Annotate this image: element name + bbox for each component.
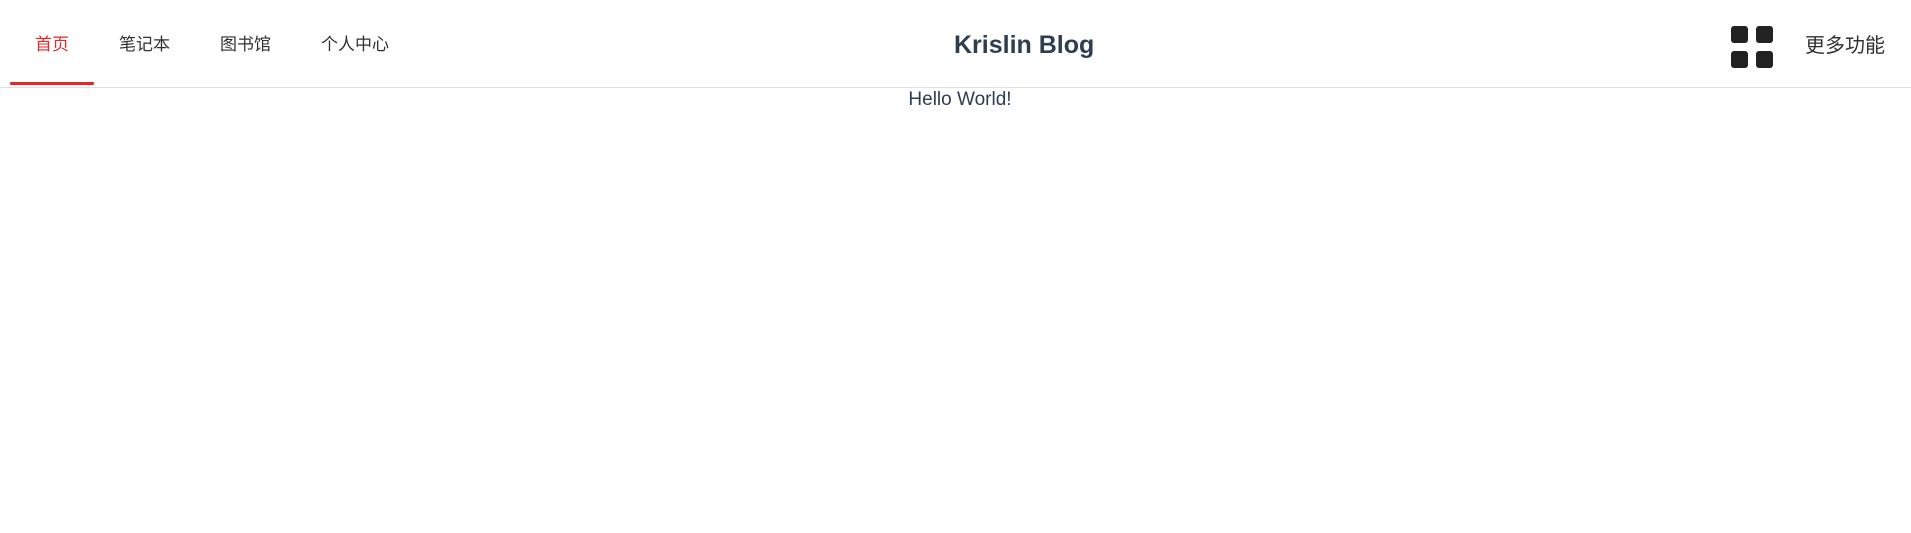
grid-icon-square — [1756, 51, 1773, 68]
page-message: Hello World! — [908, 89, 1012, 110]
grid-icon-square — [1731, 26, 1748, 43]
top-navbar: 首页 笔记本 图书馆 个人中心 Krislin Blog 更多功能 — [0, 0, 1911, 88]
nav-item-home[interactable]: 首页 — [10, 0, 94, 88]
more-features-link[interactable]: 更多功能 — [1805, 36, 1885, 56]
nav-item-notebook[interactable]: 笔记本 — [94, 0, 195, 88]
grid-icon-square — [1731, 51, 1748, 68]
grid-icon[interactable] — [1731, 26, 1773, 69]
main-nav: 首页 笔记本 图书馆 个人中心 — [10, 0, 414, 88]
grid-icon-square — [1756, 26, 1773, 43]
brand-title: Krislin Blog — [954, 31, 1095, 59]
nav-item-library[interactable]: 图书馆 — [195, 0, 296, 88]
nav-item-profile[interactable]: 个人中心 — [296, 0, 414, 88]
